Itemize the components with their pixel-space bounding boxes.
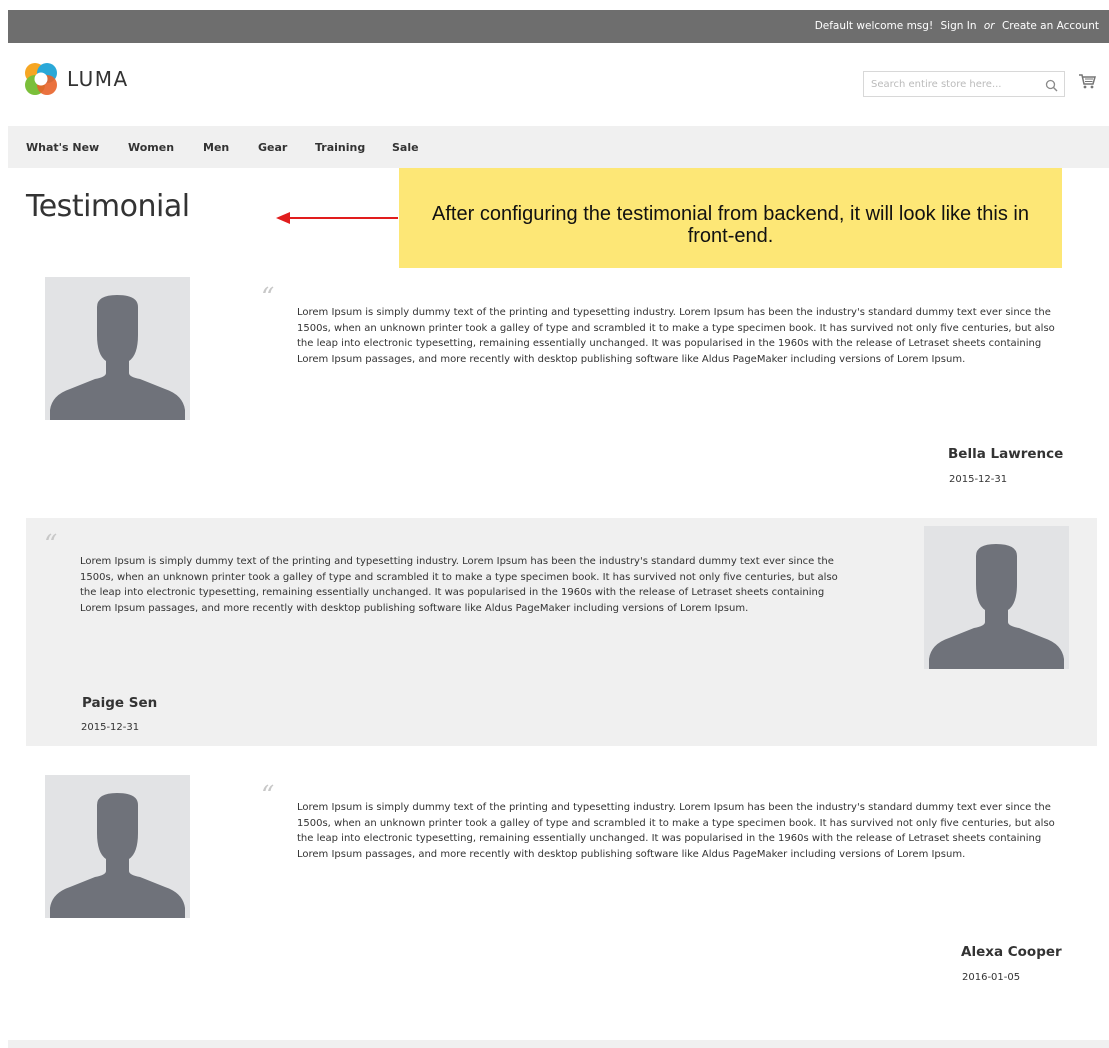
- nav-item-men[interactable]: Men: [203, 141, 229, 154]
- create-account-link[interactable]: Create an Account: [1002, 20, 1099, 32]
- page-title: Testimonial: [26, 189, 190, 224]
- quote-icon: “: [261, 283, 275, 313]
- avatar: [924, 526, 1069, 669]
- author-name: Paige Sen: [82, 695, 158, 711]
- main-navigation: What's New Women Men Gear Training Sale: [8, 126, 1109, 168]
- person-silhouette-icon: [50, 793, 185, 918]
- nav-item-women[interactable]: Women: [128, 141, 174, 154]
- luma-logo-icon: [25, 63, 57, 95]
- author-name: Alexa Cooper: [961, 944, 1062, 960]
- store-logo[interactable]: LUMA: [24, 62, 129, 96]
- quote-icon: “: [44, 530, 58, 560]
- testimonial-text: Lorem Ipsum is simply dummy text of the …: [80, 556, 838, 614]
- header-panel: Default welcome msg! Sign In or Create a…: [8, 10, 1109, 43]
- testimonial-date: 2016-01-05: [962, 972, 1021, 983]
- search-icon[interactable]: [1045, 77, 1058, 96]
- cart-icon: [1079, 74, 1096, 89]
- sign-in-link[interactable]: Sign In: [941, 20, 977, 32]
- person-silhouette-icon: [50, 295, 185, 420]
- quote-icon: “: [261, 781, 275, 811]
- header-links: Default welcome msg! Sign In or Create a…: [811, 20, 1099, 32]
- nav-item-training[interactable]: Training: [315, 141, 365, 154]
- person-silhouette-icon: [929, 544, 1064, 669]
- search-box: [863, 71, 1065, 97]
- minicart-button[interactable]: [1078, 72, 1096, 94]
- avatar: [45, 277, 190, 420]
- footer: [8, 1040, 1109, 1048]
- testimonial-text: Lorem Ipsum is simply dummy text of the …: [297, 802, 1055, 860]
- testimonial-date: 2015-12-31: [81, 722, 140, 733]
- or-separator: or: [983, 20, 995, 32]
- nav-item-whats-new[interactable]: What's New: [26, 141, 99, 154]
- author-name: Bella Lawrence: [948, 446, 1064, 462]
- search-input[interactable]: [871, 73, 1031, 96]
- nav-item-gear[interactable]: Gear: [258, 141, 287, 154]
- nav-item-sale[interactable]: Sale: [392, 141, 419, 154]
- left-arrow-icon: [276, 212, 398, 224]
- welcome-message: Default welcome msg!: [814, 20, 934, 32]
- avatar: [45, 775, 190, 918]
- annotation-callout: After configuring the testimonial from b…: [399, 168, 1062, 268]
- testimonial-text: Lorem Ipsum is simply dummy text of the …: [297, 307, 1055, 365]
- testimonial-date: 2015-12-31: [949, 474, 1008, 485]
- brand-name: LUMA: [67, 67, 129, 91]
